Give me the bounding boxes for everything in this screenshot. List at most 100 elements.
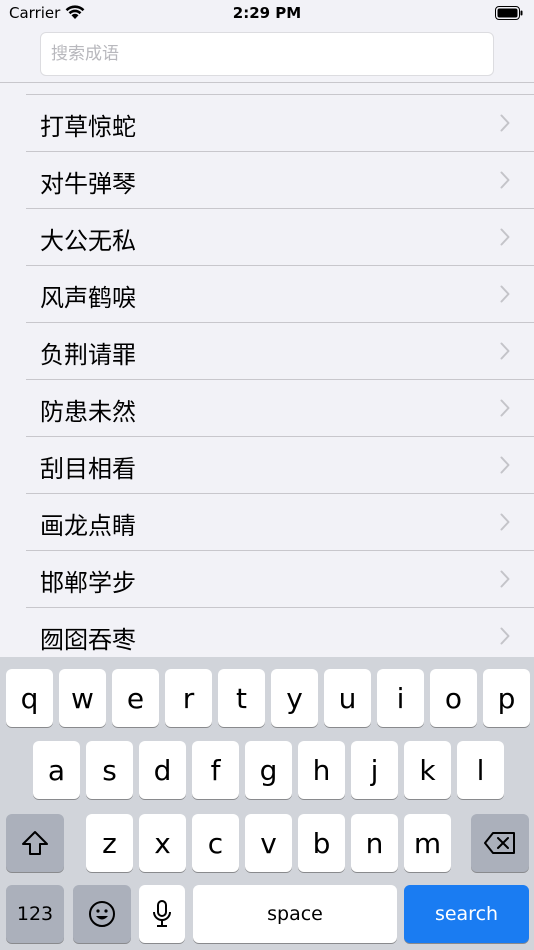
key-f[interactable]: f xyxy=(192,741,239,799)
key-z[interactable]: z xyxy=(86,814,133,872)
key-label: t xyxy=(236,681,247,715)
idiom-label: 风声鹤唳 xyxy=(40,284,136,312)
idiom-label: 囫囵吞枣 xyxy=(40,626,136,654)
key-s[interactable]: s xyxy=(86,741,133,799)
idiom-label: 防患未然 xyxy=(40,398,136,426)
search-input[interactable] xyxy=(41,33,493,75)
key-b[interactable]: b xyxy=(298,814,345,872)
status-bar: Carrier 2:29 PM xyxy=(0,0,534,28)
idiom-label: 对牛弹琴 xyxy=(40,170,136,198)
key-label: j xyxy=(370,753,379,787)
key-k[interactable]: k xyxy=(404,741,451,799)
space-key[interactable]: space xyxy=(193,885,397,943)
key-m[interactable]: m xyxy=(404,814,451,872)
idiom-label: 负荆请罪 xyxy=(40,341,136,369)
key-g[interactable]: g xyxy=(245,741,292,799)
key-r[interactable]: r xyxy=(165,669,212,727)
key-d[interactable]: d xyxy=(139,741,186,799)
search-key-label: search xyxy=(434,903,499,925)
key-label: z xyxy=(102,826,117,860)
chevron-right-icon xyxy=(500,456,510,474)
microphone-key[interactable] xyxy=(139,885,185,943)
key-label: e xyxy=(126,681,145,715)
chevron-right-icon xyxy=(500,570,510,588)
chevron-right-icon xyxy=(500,627,510,645)
key-l[interactable]: l xyxy=(457,741,504,799)
key-label: s xyxy=(102,753,117,787)
space-key-label: space xyxy=(267,903,323,925)
clock: 2:29 PM xyxy=(232,4,302,22)
list-item[interactable]: 打草惊蛇 xyxy=(26,95,534,152)
search-key[interactable]: search xyxy=(404,885,529,943)
app-screen: Carrier 2:29 PM 打草惊蛇对牛弹琴大公无私风声鹤唳负荆请罪防患未然… xyxy=(0,0,534,950)
key-t[interactable]: t xyxy=(218,669,265,727)
key-label: u xyxy=(338,681,357,715)
key-c[interactable]: c xyxy=(192,814,239,872)
key-label: i xyxy=(396,681,405,715)
key-label: g xyxy=(259,753,278,787)
emoji-icon xyxy=(89,901,115,927)
key-x[interactable]: x xyxy=(139,814,186,872)
list-item[interactable]: 大公无私 xyxy=(26,209,534,266)
idiom-label: 邯郸学步 xyxy=(40,569,136,597)
key-label: d xyxy=(153,753,172,787)
idiom-list: 打草惊蛇对牛弹琴大公无私风声鹤唳负荆请罪防患未然刮目相看画龙点睛邯郸学步囫囵吞枣 xyxy=(26,94,534,665)
numbers-key[interactable]: 123 xyxy=(6,885,64,943)
key-label: q xyxy=(20,681,39,715)
key-w[interactable]: w xyxy=(59,669,106,727)
key-label: w xyxy=(71,681,94,715)
chevron-right-icon xyxy=(500,114,510,132)
chevron-right-icon xyxy=(500,228,510,246)
key-label: n xyxy=(365,826,384,860)
list-item[interactable]: 邯郸学步 xyxy=(26,551,534,608)
list-item[interactable]: 刮目相看 xyxy=(26,437,534,494)
list-item[interactable]: 防患未然 xyxy=(26,380,534,437)
key-label: f xyxy=(210,753,221,787)
key-o[interactable]: o xyxy=(430,669,477,727)
numbers-key-label: 123 xyxy=(16,903,54,925)
emoji-key[interactable] xyxy=(73,885,131,943)
delete-icon xyxy=(484,832,515,854)
list-item[interactable]: 画龙点睛 xyxy=(26,494,534,551)
key-label: y xyxy=(286,681,303,715)
idiom-label: 刮目相看 xyxy=(40,455,136,483)
search-bar xyxy=(40,32,494,76)
key-label: o xyxy=(444,681,463,715)
key-n[interactable]: n xyxy=(351,814,398,872)
list-item[interactable]: 风声鹤唳 xyxy=(26,266,534,323)
shift-icon xyxy=(22,831,48,855)
key-e[interactable]: e xyxy=(112,669,159,727)
key-p[interactable]: p xyxy=(483,669,530,727)
key-label: a xyxy=(47,753,66,787)
battery-icon xyxy=(495,6,523,20)
key-label: v xyxy=(260,826,277,860)
key-label: k xyxy=(419,753,436,787)
list-item[interactable]: 对牛弹琴 xyxy=(26,152,534,209)
chevron-right-icon xyxy=(500,513,510,531)
key-j[interactable]: j xyxy=(351,741,398,799)
idiom-label: 打草惊蛇 xyxy=(40,113,136,141)
chevron-right-icon xyxy=(500,171,510,189)
key-a[interactable]: a xyxy=(33,741,80,799)
key-label: c xyxy=(207,826,224,860)
key-v[interactable]: v xyxy=(245,814,292,872)
chevron-right-icon xyxy=(500,399,510,417)
key-label: r xyxy=(182,681,195,715)
key-label: l xyxy=(476,753,485,787)
idiom-label: 画龙点睛 xyxy=(40,512,136,540)
key-label: h xyxy=(312,753,331,787)
delete-key[interactable] xyxy=(471,814,529,872)
chevron-right-icon xyxy=(500,285,510,303)
key-label: m xyxy=(413,826,442,860)
chevron-right-icon xyxy=(500,342,510,360)
idiom-label: 大公无私 xyxy=(40,227,136,255)
list-item[interactable]: 负荆请罪 xyxy=(26,323,534,380)
key-h[interactable]: h xyxy=(298,741,345,799)
key-i[interactable]: i xyxy=(377,669,424,727)
key-u[interactable]: u xyxy=(324,669,371,727)
key-q[interactable]: q xyxy=(6,669,53,727)
key-label: x xyxy=(154,826,171,860)
key-y[interactable]: y xyxy=(271,669,318,727)
header-divider xyxy=(0,82,534,83)
shift-key[interactable] xyxy=(6,814,64,872)
